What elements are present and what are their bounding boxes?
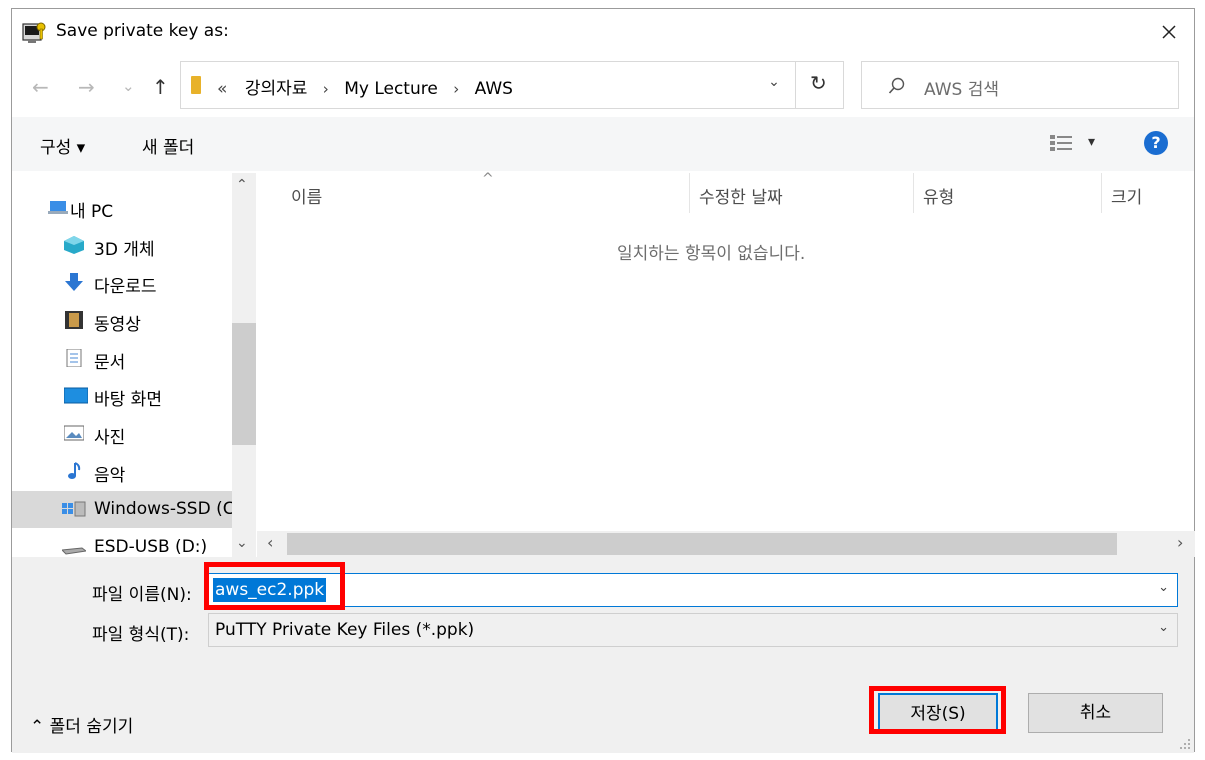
filename-value[interactable]: aws_ec2.ppk (213, 578, 327, 602)
nav-item-documents[interactable]: 문서 (12, 340, 232, 377)
filetype-value: PuTTY Private Key Files (*.ppk) (215, 620, 475, 640)
column-divider[interactable] (913, 173, 914, 213)
usb-drive-icon (62, 547, 86, 555)
recent-locations-button[interactable]: ⌄ (122, 77, 135, 95)
navigation-pane: 내 PC 3D 개체 다운로드 동영상 문서 바탕 화면 사진 음악 Windo… (12, 173, 257, 557)
nav-item-label: 다운로드 (94, 277, 157, 297)
column-header-date[interactable]: 수정한 날짜 (699, 183, 783, 208)
desktop-icon (64, 387, 88, 404)
cancel-button[interactable]: 취소 (1028, 693, 1163, 733)
column-header-size[interactable]: 크기 (1111, 183, 1142, 208)
breadcrumb-overflow[interactable]: « (217, 79, 227, 99)
breadcrumb-separator[interactable]: › (323, 80, 329, 98)
chevron-down-icon[interactable]: ⌄ (1158, 620, 1169, 635)
download-icon (65, 273, 83, 291)
search-icon (888, 77, 905, 94)
breadcrumb: « 강의자료 › My Lecture › AWS (217, 74, 513, 99)
empty-message: 일치하는 항목이 없습니다. (617, 244, 806, 264)
refresh-icon: ↻ (810, 71, 827, 95)
resize-grip-icon[interactable] (1179, 738, 1191, 750)
help-icon[interactable]: ? (1144, 131, 1168, 155)
nav-item-windows-ssd[interactable]: Windows-SSD (C (12, 491, 232, 528)
address-bar[interactable]: « 강의자료 › My Lecture › AWS ⌄ (180, 61, 844, 109)
nav-item-label: 문서 (94, 353, 126, 373)
title-bar: Save private key as: (12, 9, 1194, 55)
music-icon (68, 462, 81, 479)
refresh-button[interactable]: ↻ (795, 61, 843, 109)
command-bar: 구성 ▾ 새 폴더 ▾ ? (12, 117, 1194, 171)
forward-button[interactable]: → (78, 75, 95, 99)
nav-item-music[interactable]: 음악 (12, 453, 232, 490)
filetype-label: 파일 형식(T): (92, 625, 190, 645)
scroll-left-icon[interactable]: ‹ (267, 533, 273, 552)
nav-item-label: 동영상 (94, 315, 141, 335)
pc-icon (48, 201, 68, 214)
address-row: ← → ⌄ ↑ « 강의자료 › My Lecture › AWS ⌄ ↻ AW… (12, 59, 1194, 115)
folder-icon (191, 76, 201, 94)
search-input[interactable]: AWS 검색 (861, 61, 1179, 109)
nav-item-label: 바탕 화면 (94, 390, 162, 410)
drive-icon (62, 501, 86, 517)
breadcrumb-item[interactable]: My Lecture (344, 79, 438, 99)
file-list: ^ 이름 수정한 날짜 유형 크기 일치하는 항목이 없습니다. ‹ › (257, 171, 1195, 557)
nav-item-downloads[interactable]: 다운로드 (12, 264, 232, 301)
nav-item-videos[interactable]: 동영상 (12, 302, 232, 339)
nav-item-label: ESD-USB (D:) (94, 537, 208, 557)
view-options-icon[interactable] (1050, 135, 1072, 151)
breadcrumb-item[interactable]: AWS (475, 79, 513, 99)
close-icon[interactable] (1154, 17, 1184, 47)
filename-input[interactable]: aws_ec2.ppk ⌄ (208, 573, 1178, 607)
nav-item-esd-usb[interactable]: ESD-USB (D:) (12, 529, 232, 557)
nav-scroll-thumb[interactable] (232, 323, 256, 445)
window-title: Save private key as: (56, 21, 229, 41)
chevron-down-icon[interactable]: ⌄ (1158, 580, 1169, 595)
scroll-right-icon[interactable]: › (1177, 533, 1183, 552)
column-divider[interactable] (1101, 173, 1102, 213)
view-dropdown-button[interactable]: ▾ (1088, 134, 1095, 150)
column-header-type[interactable]: 유형 (923, 183, 954, 208)
nav-item-label: 음악 (94, 466, 126, 486)
document-icon (66, 349, 82, 367)
scroll-up-icon[interactable]: ⌃ (236, 177, 248, 193)
address-dropdown-button[interactable]: ⌄ (759, 74, 789, 90)
breadcrumb-item[interactable]: 강의자료 (245, 79, 308, 99)
scroll-down-icon[interactable]: ⌄ (236, 535, 248, 551)
up-button[interactable]: ↑ (152, 75, 169, 99)
file-list-hscrollbar[interactable]: ‹ › (257, 531, 1195, 557)
column-header-name[interactable]: 이름 (291, 183, 322, 208)
filetype-select[interactable]: PuTTY Private Key Files (*.ppk) ⌄ (208, 613, 1178, 647)
save-options-panel: 파일 이름(N): aws_ec2.ppk ⌄ 파일 형식(T): PuTTY … (12, 557, 1194, 753)
nav-item-label: 내 PC (70, 202, 114, 222)
putty-key-icon (22, 22, 46, 43)
hide-folders-button[interactable]: ⌃ 폴더 숨기기 (30, 712, 133, 737)
new-folder-button[interactable]: 새 폴더 (142, 133, 194, 158)
nav-item-3d-objects[interactable]: 3D 개체 (12, 227, 232, 264)
save-dialog: Save private key as: ← → ⌄ ↑ « 강의자료 › My… (11, 8, 1195, 753)
save-button[interactable]: 저장(S) (878, 693, 998, 733)
nav-item-label: 사진 (94, 428, 126, 448)
search-placeholder: AWS 검색 (924, 80, 999, 100)
filename-label: 파일 이름(N): (92, 585, 192, 605)
picture-icon (64, 425, 84, 441)
cube-icon (64, 236, 84, 254)
nav-item-desktop[interactable]: 바탕 화면 (12, 377, 232, 414)
nav-item-label: Windows-SSD (C (94, 499, 232, 519)
hscroll-thumb[interactable] (287, 533, 1117, 555)
sort-ascending-icon: ^ (482, 171, 494, 187)
organize-button[interactable]: 구성 ▾ (40, 133, 85, 158)
video-icon (65, 311, 83, 329)
back-button[interactable]: ← (32, 75, 49, 99)
nav-scrollbar[interactable]: ⌃ ⌄ (232, 173, 256, 557)
breadcrumb-separator[interactable]: › (453, 80, 459, 98)
column-divider[interactable] (689, 173, 690, 213)
nav-item-label: 3D 개체 (94, 240, 155, 260)
nav-item-pictures[interactable]: 사진 (12, 415, 232, 452)
nav-item-this-pc[interactable]: 내 PC (12, 189, 232, 226)
